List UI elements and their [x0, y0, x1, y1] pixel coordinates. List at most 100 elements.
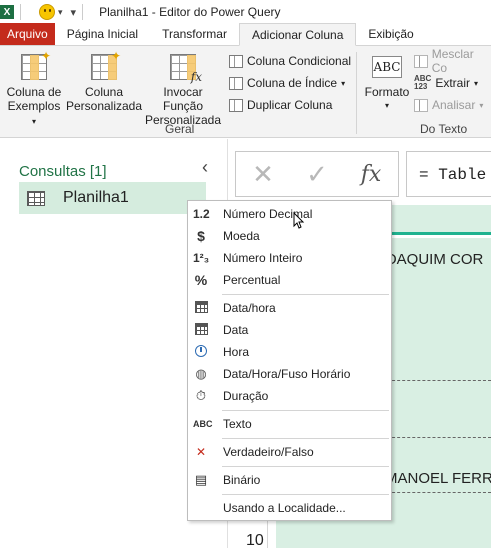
menu-item-label: Moeda [223, 229, 260, 243]
invocar-funcao-button[interactable]: fx Invocar Função Personalizada [142, 52, 224, 127]
menu-item-label: Duração [223, 389, 269, 403]
feedback-dropdown-icon[interactable]: ▾ [58, 7, 63, 18]
merge-columns-icon [414, 54, 428, 68]
ribbon-tabs: Arquivo Página Inicial Transformar Adici… [0, 23, 491, 46]
tab-pagina-inicial[interactable]: Página Inicial [55, 23, 150, 45]
quick-access-dropdown-icon[interactable]: ▾ [71, 6, 77, 19]
formato-chevron-icon: ▾ [384, 101, 389, 110]
formula-bar: ✕ ✓ fx = Table [235, 151, 491, 197]
duplicate-column-icon [229, 98, 243, 112]
mouse-cursor-icon [293, 212, 305, 229]
text-icon: ABC [193, 419, 213, 429]
formula-buttons: ✕ ✓ fx [235, 151, 399, 197]
menu-item-percentual[interactable]: % Percentual [188, 269, 391, 291]
formato-label: Formato [364, 85, 410, 99]
custom-column-icon: ✦ [89, 49, 121, 82]
menu-separator [222, 466, 389, 467]
group-do-texto-label: Do Texto [420, 122, 468, 136]
menu-item-label: Número Inteiro [223, 251, 303, 265]
menu-item-texto[interactable]: ABC Texto [188, 413, 391, 435]
mesclar-label: Mesclar Co [431, 47, 474, 75]
menu-separator [222, 410, 389, 411]
chevron-down-icon: ▾ [479, 100, 484, 110]
fx-icon[interactable]: fx [344, 162, 398, 187]
menu-item-moeda[interactable]: $ Moeda [188, 225, 391, 247]
group-divider [356, 52, 357, 134]
menu-item-label: Percentual [223, 273, 281, 287]
menu-separator [222, 294, 389, 295]
chevron-down-icon: ▾ [474, 78, 479, 88]
currency-icon: $ [197, 228, 205, 244]
coluna-de-exemplos-label-2: Exemplos ▾ [7, 99, 61, 126]
menu-item-data[interactable]: Data [188, 319, 391, 341]
duplicar-coluna-button[interactable]: Duplicar Coluna [229, 96, 332, 114]
menu-item-verdadeiro-falso[interactable]: ✕ Verdadeiro/Falso [188, 441, 391, 463]
table-cell[interactable]: MANOEL FERR [385, 470, 491, 487]
analisar-button[interactable]: Analisar ▾ [414, 96, 483, 114]
data-type-menu: 1.2 Número Decimal $ Moeda 1²₃ Número In… [187, 200, 392, 521]
true-false-icon: ✕ [195, 445, 207, 459]
menu-item-label: Hora [223, 345, 250, 359]
menu-item-data-hora-fuso[interactable]: ◍ Data/Hora/Fuso Horário [188, 363, 391, 385]
table-cell[interactable]: OAQUIM COR [385, 251, 483, 268]
parse-icon [414, 98, 428, 112]
query-item-planilha1[interactable]: Planilha1 [19, 182, 206, 214]
menu-item-label: Verdadeiro/Falso [223, 445, 314, 459]
menu-separator [222, 438, 389, 439]
coluna-indice-label: Coluna de Índice [247, 76, 338, 90]
menu-item-label: Texto [223, 417, 252, 431]
ribbon: ✦ Coluna de Exemplos ▾ ✦ Coluna Personal… [0, 46, 491, 138]
calendar-clock-icon [193, 300, 209, 316]
tab-adicionar-coluna[interactable]: Adicionar Coluna [238, 23, 357, 46]
menu-item-usando-localidade[interactable]: Usando a Localidade... [188, 497, 391, 519]
coluna-personalizada-label-1: Coluna [84, 85, 124, 99]
formato-button[interactable]: ABC Formato ▾ [362, 52, 412, 113]
feedback-smiley-icon[interactable] [39, 4, 55, 20]
percent-icon: % [194, 272, 208, 288]
decimal-number-icon: 1.2 [193, 207, 210, 221]
tab-transformar[interactable]: Transformar [150, 23, 239, 45]
formula-input[interactable]: = Table [406, 151, 491, 197]
extrair-button[interactable]: ABC 123 Extrair ▾ [414, 74, 478, 92]
excel-icon: X [0, 5, 14, 19]
table-icon [27, 190, 45, 206]
coluna-personalizada-label-2: Personalizada [65, 99, 143, 113]
clock-icon [193, 344, 209, 360]
menu-item-label: Data/hora [223, 301, 276, 315]
binary-icon: ▤ [194, 472, 208, 487]
analisar-label: Analisar [432, 98, 476, 112]
menu-item-data-hora[interactable]: Data/hora [188, 297, 391, 319]
chevron-down-icon: ▾ [341, 78, 346, 88]
menu-item-numero-inteiro[interactable]: 1²₃ Número Inteiro [188, 247, 391, 269]
queries-title: Consultas [1] [19, 163, 107, 180]
coluna-condicional-button[interactable]: Coluna Condicional [229, 52, 351, 70]
coluna-indice-button[interactable]: Coluna de Índice ▾ [229, 74, 345, 92]
menu-item-duracao[interactable]: ⏱ Duração [188, 385, 391, 407]
menu-item-label: Binário [223, 473, 261, 487]
coluna-personalizada-button[interactable]: ✦ Coluna Personalizada [65, 49, 143, 113]
menu-item-hora[interactable]: Hora [188, 341, 391, 363]
whole-number-icon: 1²₃ [193, 251, 210, 265]
window-title: Planilha1 - Editor do Power Query [99, 5, 281, 19]
tab-arquivo[interactable]: Arquivo [0, 23, 55, 45]
title-separator [20, 4, 21, 20]
duplicar-coluna-label: Duplicar Coluna [247, 98, 333, 112]
coluna-de-exemplos-button[interactable]: ✦ Coluna de Exemplos ▾ [4, 49, 64, 129]
menu-item-label: Data [223, 323, 249, 337]
row-number: 10 [246, 532, 264, 548]
confirm-icon[interactable]: ✓ [290, 159, 344, 190]
group-geral-label: Geral [165, 122, 195, 136]
mesclar-colunas-button[interactable]: Mesclar Co [414, 47, 491, 75]
extract-icon: ABC 123 [414, 74, 432, 91]
coluna-condicional-label: Coluna Condicional [247, 54, 352, 68]
menu-separator [222, 494, 389, 495]
collapse-panel-icon[interactable]: ‹ [202, 157, 208, 178]
invoke-function-icon: fx [168, 52, 202, 84]
extrair-label: Extrair [435, 76, 471, 90]
menu-item-binario[interactable]: ▤ Binário [188, 469, 391, 491]
menu-item-numero-decimal[interactable]: 1.2 Número Decimal [188, 203, 391, 225]
tab-exibicao[interactable]: Exibição [356, 23, 425, 45]
cancel-icon[interactable]: ✕ [236, 159, 290, 190]
query-item-label: Planilha1 [63, 189, 129, 206]
title-separator-2 [82, 4, 84, 20]
